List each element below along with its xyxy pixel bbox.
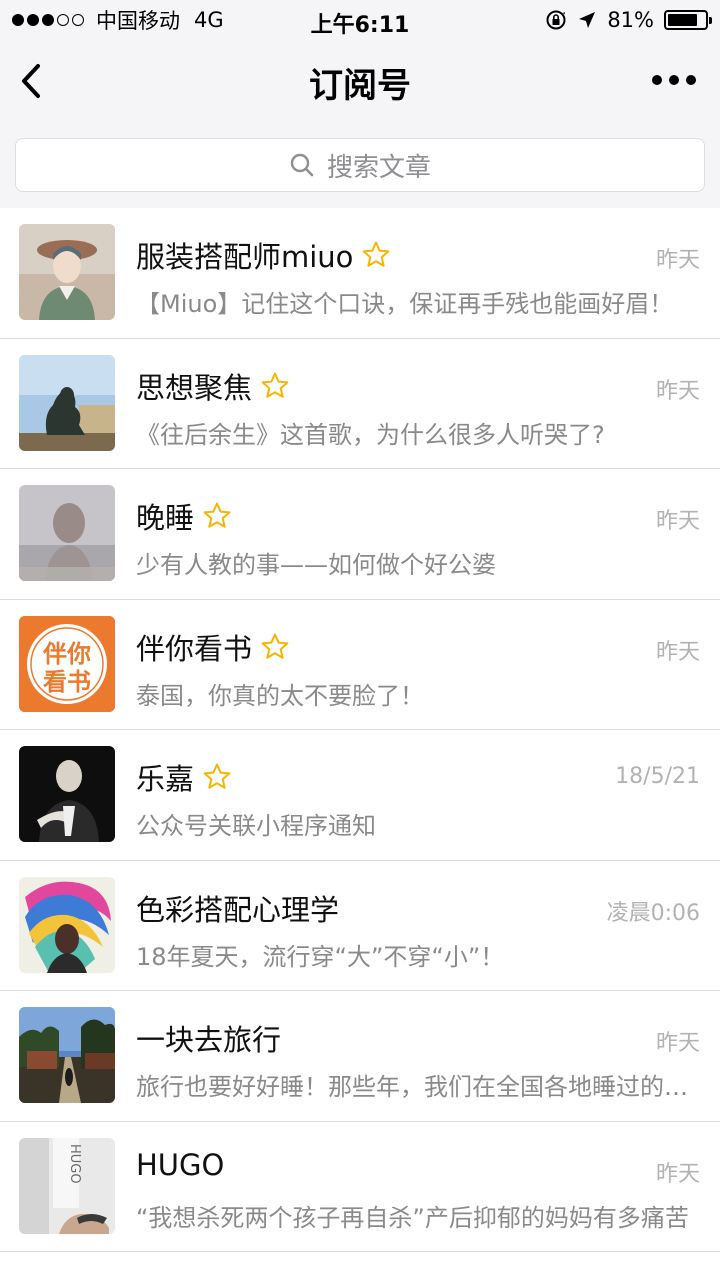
timestamp: 昨天 [655, 509, 700, 534]
status-bar: 中国移动 4G 上午6:11 81% [0, 0, 720, 40]
list-item[interactable]: 乐嘉 18/5/21 公众号关联小程序通知 [0, 730, 720, 861]
avatar [19, 354, 115, 451]
avatar [19, 746, 115, 842]
search-input[interactable]: 搜索文章 [15, 138, 705, 192]
article-preview: 泰国，你真的太不要脸了！ [136, 681, 424, 710]
star-icon [203, 763, 231, 789]
subscription-name: 服装搭配师miuo [136, 234, 391, 276]
subscription-name: 乐嘉 [136, 756, 232, 798]
search-icon [290, 153, 314, 177]
timestamp: 昨天 [655, 378, 700, 404]
list-item[interactable]: 色彩搭配心理学 凌晨0:06 18年夏天，流行穿“大”不穿“小”！ [0, 861, 720, 991]
avatar-text: 伴你 [42, 640, 91, 668]
battery-percent: 81% [607, 8, 654, 32]
list-item[interactable]: 思想聚焦 昨天 《往后余生》这首歌，为什么很多人听哭了? [0, 339, 720, 469]
avatar-text: 看书 [43, 668, 91, 696]
nav-bar: 订阅号 [0, 40, 720, 124]
article-preview: 《往后余生》这首歌，为什么很多人听哭了? [136, 420, 605, 449]
subscription-name: 晚睡 [136, 495, 232, 537]
timestamp: 昨天 [655, 1161, 700, 1187]
subscription-name: 思想聚焦 [136, 365, 290, 407]
rotation-lock-icon [546, 10, 566, 30]
article-preview: 少有人教的事——如何做个好公婆 [136, 551, 496, 579]
avatar-text: HUGO [67, 1144, 82, 1184]
article-preview: 18年夏天，流行穿“大”不穿“小”！ [136, 942, 505, 971]
more-button[interactable] [652, 70, 696, 90]
subscription-name: 伴你看书 [136, 626, 290, 668]
article-preview: 【Miuo】记住这个口诀，保证再手残也能画好眉！ [136, 290, 674, 318]
avatar: 伴你 看书 [19, 615, 115, 712]
list-item[interactable]: 晚睡 昨天 少有人教的事——如何做个好公婆 [0, 469, 720, 600]
avatar [19, 876, 115, 973]
article-preview: 旅行也要好好睡！那些年，我们在全国各地睡过的酒店 [136, 1073, 701, 1101]
star-icon [261, 633, 289, 659]
avatar [19, 224, 115, 320]
star-icon [261, 372, 289, 398]
list-item[interactable]: HUGO HUGO 昨天 “我想杀死两个孩子再自杀”产后抑郁的妈妈有多痛苦 [0, 1122, 720, 1252]
page-title: 订阅号 [309, 66, 411, 106]
article-preview: 公众号关联小程序通知 [136, 812, 376, 840]
avatar [19, 1007, 115, 1103]
subscription-list: 服装搭配师miuo 昨天 【Miuo】记住这个口诀，保证再手残也能画好眉！ 思想… [0, 208, 720, 1252]
more-dots-icon [652, 75, 662, 85]
subscription-name: 一块去旅行 [136, 1023, 282, 1057]
timestamp: 凌晨0:06 [606, 900, 700, 926]
battery-icon [664, 10, 712, 30]
article-preview: “我想杀死两个孩子再自杀”产后抑郁的妈妈有多痛苦 [136, 1203, 689, 1232]
timestamp: 昨天 [655, 639, 700, 665]
location-arrow-icon [579, 12, 596, 28]
list-item[interactable]: 伴你 看书 伴你看书 昨天 泰国，你真的太不要脸了！ [0, 600, 720, 730]
timestamp: 昨天 [655, 1031, 700, 1056]
star-icon [203, 502, 231, 528]
avatar: HUGO [19, 1137, 115, 1234]
avatar [19, 485, 115, 581]
subscription-name: 色彩搭配心理学 [136, 892, 340, 927]
list-item[interactable]: 一块去旅行 昨天 旅行也要好好睡！那些年，我们在全国各地睡过的酒店 [0, 991, 720, 1122]
timestamp: 昨天 [655, 248, 700, 273]
timestamp: 18/5/21 [615, 764, 700, 789]
subscription-name: HUGO [136, 1147, 225, 1182]
battery-level [668, 14, 698, 26]
status-right: 81% [545, 7, 712, 33]
list-item[interactable]: 服装搭配师miuo 昨天 【Miuo】记住这个口诀，保证再手残也能画好眉！ [0, 208, 720, 339]
search-placeholder: 搜索文章 [326, 152, 431, 183]
star-icon [363, 241, 390, 267]
